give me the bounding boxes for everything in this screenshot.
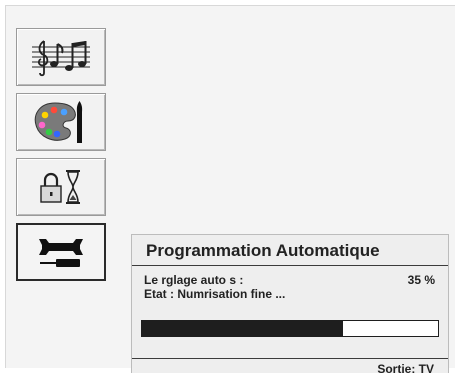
progress-bar bbox=[141, 320, 439, 337]
features-menu-button[interactable] bbox=[16, 158, 106, 216]
progress-bar-fill bbox=[142, 321, 344, 336]
wrench-screwdriver-icon bbox=[39, 239, 83, 267]
scan-status-label: Etat : Numrisation fine ... bbox=[144, 287, 286, 301]
exit-hint: Sortie: TV bbox=[377, 362, 434, 376]
title-divider bbox=[132, 265, 448, 266]
palette-brush-icon bbox=[34, 101, 83, 143]
lock-hourglass-icon bbox=[40, 170, 80, 204]
auto-programming-dialog: Programmation Automatique Le rglage auto… bbox=[131, 234, 449, 376]
dialog-title: Programmation Automatique bbox=[146, 241, 380, 260]
auto-tuning-label: Le rglage auto s : bbox=[144, 273, 244, 287]
installation-menu-button[interactable] bbox=[16, 223, 106, 281]
picture-menu-button[interactable] bbox=[16, 93, 106, 151]
tv-menu-screen: Programmation Automatique Le rglage auto… bbox=[5, 5, 455, 376]
footer-divider bbox=[132, 358, 448, 359]
sound-menu-button[interactable] bbox=[16, 28, 106, 86]
music-notes-icon bbox=[32, 40, 90, 77]
progress-percent: 35 % bbox=[407, 273, 435, 287]
